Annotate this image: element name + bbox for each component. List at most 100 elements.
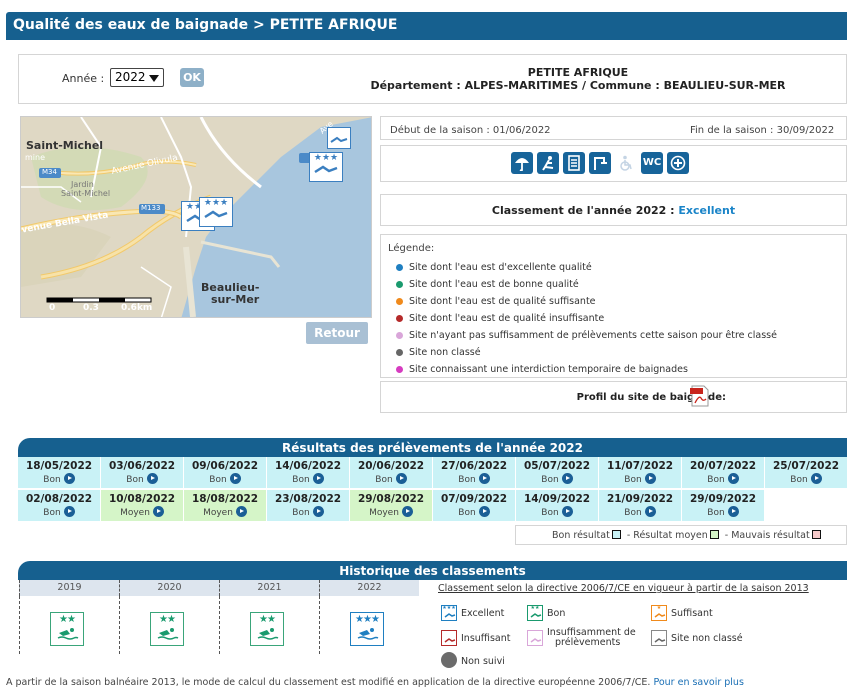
- sample-result[interactable]: 14/09/2022 Bon: [516, 490, 599, 522]
- arrow-right-icon[interactable]: [561, 473, 573, 484]
- legend-item: Site dont l'eau est de qualité suffisant…: [396, 296, 596, 307]
- map-label: Jardin: [71, 180, 94, 189]
- arrow-right-icon[interactable]: [727, 506, 739, 517]
- legend-bad-swatch: [811, 530, 821, 539]
- sample-result[interactable]: 07/09/2022 Bon: [433, 490, 516, 522]
- year-select[interactable]: 2022: [110, 68, 164, 87]
- directive-link[interactable]: Classement selon la directive 2006/7/CE …: [438, 583, 809, 594]
- legend-title: Légende:: [388, 243, 435, 254]
- sample-date: 18/05/2022: [25, 460, 93, 472]
- sample-date: 05/07/2022: [523, 460, 591, 472]
- arrow-right-icon[interactable]: [561, 506, 573, 517]
- legend-good-swatch: [611, 530, 621, 539]
- results-legend: Bon résultat - Résultat moyen - Mauvais …: [515, 525, 847, 545]
- arrow-right-icon[interactable]: [152, 506, 164, 517]
- sample-result[interactable]: 27/06/2022 Bon: [433, 457, 516, 489]
- arrow-right-icon[interactable]: [401, 506, 413, 517]
- legend-dot: [396, 264, 403, 271]
- ranking-value: Excellent: [678, 204, 736, 217]
- sample-value: Bon: [18, 473, 100, 485]
- legend-good-label: Bon résultat: [552, 530, 610, 541]
- arrow-right-icon[interactable]: [63, 473, 75, 484]
- sample-result[interactable]: 18/08/2022 Moyen: [184, 490, 267, 522]
- sample-result[interactable]: 29/08/2022 Moyen: [350, 490, 433, 522]
- footer-note-text: A partir de la saison balnéaire 2013, le…: [6, 677, 654, 688]
- chevron-down-icon: [149, 75, 159, 82]
- arrow-right-icon[interactable]: [478, 473, 490, 484]
- sample-result[interactable]: 20/07/2022 Bon: [682, 457, 765, 489]
- legend-item: Site dont l'eau est de qualité insuffisa…: [396, 313, 604, 324]
- sample-result[interactable]: 14/06/2022 Bon: [267, 457, 350, 489]
- sample-result[interactable]: 03/06/2022 Bon: [101, 457, 184, 489]
- legend-item: Site connaissant une interdiction tempor…: [396, 364, 688, 375]
- not-followed-icon: [441, 652, 457, 668]
- sample-value: Bon: [682, 473, 764, 485]
- sample-result[interactable]: 25/07/2022 Bon: [765, 457, 847, 489]
- site-location: Département : ALPES-MARITIMES / Commune …: [370, 79, 786, 92]
- beach-marker-icon[interactable]: [327, 127, 351, 149]
- legend-item: Site n'ayant pas suffisamment de prélève…: [396, 330, 777, 341]
- legend-dot: [396, 315, 403, 322]
- map-scale-label: 0: [49, 303, 56, 313]
- arrow-right-icon[interactable]: [63, 506, 75, 517]
- sample-result[interactable]: 18/05/2022 Bon: [18, 457, 101, 489]
- legend-item: Site non classé: [396, 347, 481, 358]
- umbrella-icon: [511, 152, 533, 174]
- sample-result[interactable]: 05/07/2022 Bon: [516, 457, 599, 489]
- sample-date: 02/08/2022: [25, 493, 93, 505]
- legend-medium-swatch: [709, 530, 719, 539]
- sample-date: 27/06/2022: [440, 460, 508, 472]
- arrow-right-icon[interactable]: [644, 506, 656, 517]
- arrow-right-icon[interactable]: [229, 473, 241, 484]
- sample-result[interactable]: 23/08/2022 Bon: [267, 490, 350, 522]
- sample-date: 25/07/2022: [772, 460, 840, 472]
- legend-dot: [396, 298, 403, 305]
- map-label: sur-Mer: [211, 293, 260, 306]
- sample-result[interactable]: 02/08/2022 Bon: [18, 490, 101, 522]
- sample-result[interactable]: 29/09/2022 Bon: [682, 490, 765, 522]
- site-map[interactable]: Saint-Michel mine Avenue Olivula M34 Jar…: [20, 116, 372, 318]
- sample-date: 10/08/2022: [108, 493, 176, 505]
- history-cell: ★★: [219, 596, 319, 654]
- good-rank-icon: ★★: [150, 612, 184, 646]
- page-title: Qualité des eaux de baignade > PETITE AF…: [6, 12, 847, 40]
- site-name: PETITE AFRIQUE: [527, 66, 629, 79]
- arrow-right-icon[interactable]: [312, 506, 324, 517]
- sample-date: 09/06/2022: [191, 460, 259, 472]
- back-button[interactable]: Retour: [306, 322, 368, 344]
- more-info-link[interactable]: Pour en savoir plus: [653, 677, 743, 688]
- pdf-icon[interactable]: [690, 385, 710, 407]
- sample-value: Bon: [18, 506, 100, 518]
- arrow-right-icon[interactable]: [478, 506, 490, 517]
- sample-date: 20/07/2022: [689, 460, 757, 472]
- ranking-text: Classement de l'année 2022 : Excellent: [380, 204, 847, 217]
- history-legend-label: Non suivi: [461, 656, 505, 667]
- sample-result[interactable]: 09/06/2022 Bon: [184, 457, 267, 489]
- sample-value: Bon: [433, 506, 515, 518]
- sample-result[interactable]: 11/07/2022 Bon: [599, 457, 682, 489]
- arrow-right-icon[interactable]: [235, 506, 247, 517]
- ok-button[interactable]: OK: [180, 68, 204, 87]
- legend-dot: [396, 349, 403, 356]
- sample-value: Bon: [267, 473, 349, 485]
- legend-item: Site dont l'eau est de bonne qualité: [396, 279, 579, 290]
- arrow-right-icon[interactable]: [727, 473, 739, 484]
- arrow-right-icon[interactable]: [312, 473, 324, 484]
- map-label: Saint-Michel: [61, 189, 111, 198]
- beach-marker-selected-icon[interactable]: ★★★: [199, 197, 233, 227]
- empty-cell: [765, 490, 847, 522]
- arrow-right-icon[interactable]: [395, 473, 407, 484]
- arrow-right-icon[interactable]: [810, 473, 822, 484]
- sample-date: 20/06/2022: [357, 460, 425, 472]
- arrow-right-icon[interactable]: [644, 473, 656, 484]
- header-content: Année : 2022 OK PETITE AFRIQUE Départeme…: [18, 54, 847, 104]
- history-cell: ★★: [19, 596, 119, 654]
- history-legend-label: Insuffisant: [461, 633, 511, 644]
- beach-marker-icon[interactable]: ★★★: [309, 152, 343, 182]
- sample-result[interactable]: 21/09/2022 Bon: [599, 490, 682, 522]
- sample-result[interactable]: 20/06/2022 Bon: [350, 457, 433, 489]
- map-label: Saint-Michel: [26, 139, 104, 152]
- sample-date: 29/08/2022: [357, 493, 425, 505]
- arrow-right-icon[interactable]: [146, 473, 158, 484]
- sample-result[interactable]: 10/08/2022 Moyen: [101, 490, 184, 522]
